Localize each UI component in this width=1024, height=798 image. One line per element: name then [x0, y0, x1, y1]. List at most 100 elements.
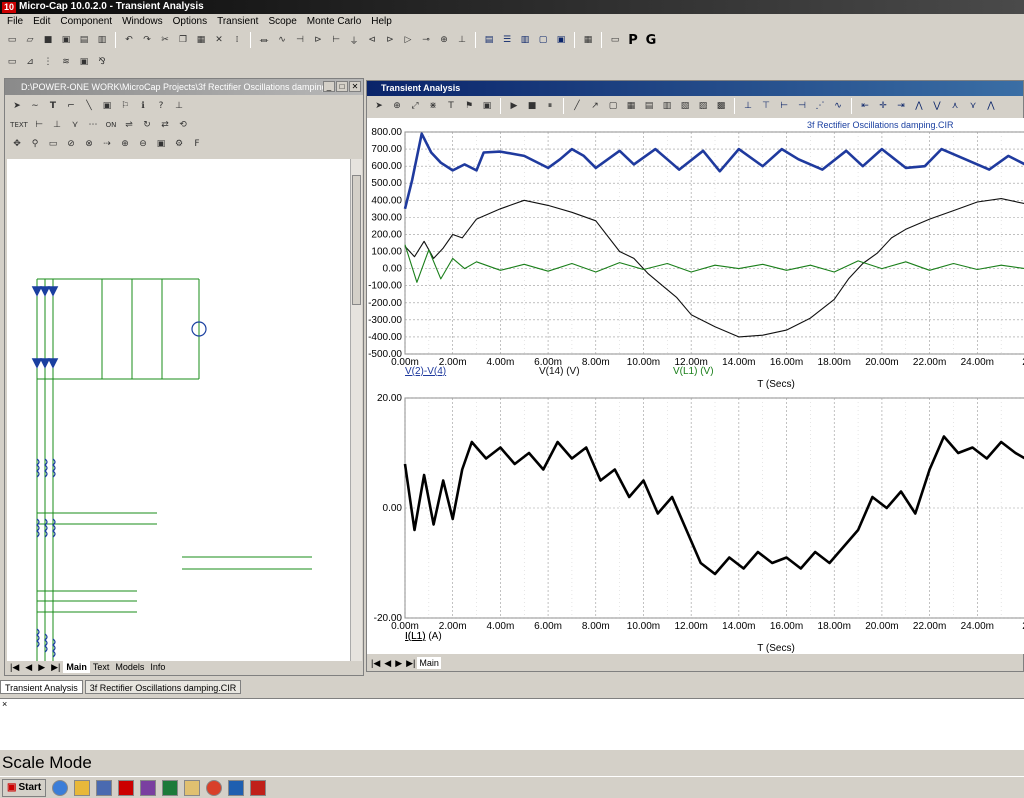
chart-icon[interactable]: ⊿	[22, 54, 38, 70]
microcap-icon[interactable]	[118, 779, 135, 796]
text-mode-button[interactable]: TEXT	[9, 117, 29, 133]
menu-edit[interactable]: Edit	[28, 14, 55, 30]
plot-area[interactable]: 0.00m 2.00m 4.00m 6.00m 8.00m 10.00m 12.00m 14.…	[367, 118, 1024, 654]
window-icon[interactable]: ▢	[535, 32, 551, 48]
waveform-icon[interactable]: ≋	[58, 54, 74, 70]
line-icon[interactable]: ╲	[81, 98, 97, 114]
menu-options[interactable]: Options	[168, 14, 212, 30]
arrow-draw-icon[interactable]: ↗	[587, 98, 603, 114]
run-icon[interactable]: ▶	[506, 98, 522, 114]
wire-icon[interactable]: ∼	[27, 98, 43, 114]
cascade-icon[interactable]: ▤	[481, 32, 497, 48]
on-button[interactable]: ON	[103, 117, 119, 133]
resistor-array-icon[interactable]: ⋮	[40, 54, 56, 70]
menu-monte-carlo[interactable]: Monte Carlo	[302, 14, 366, 30]
cursor-right-icon[interactable]: ⇥	[893, 98, 909, 114]
ground-icon[interactable]: ⏚	[346, 32, 362, 48]
menu-file[interactable]: File	[2, 14, 28, 30]
save-icon[interactable]: ■	[40, 32, 56, 48]
save-all-icon[interactable]: ▣	[58, 32, 74, 48]
schematic-canvas[interactable]	[7, 159, 352, 704]
line-draw-icon[interactable]: ╱	[569, 98, 585, 114]
tab-main[interactable]: Main	[417, 657, 441, 669]
scale-mode-icon[interactable]: ⤢	[407, 98, 423, 114]
app-icon[interactable]	[140, 779, 157, 796]
tab-nav-next[interactable]: ▶	[35, 661, 48, 673]
stack-4-icon[interactable]: ▨	[695, 98, 711, 114]
stack-2-icon[interactable]: ▥	[659, 98, 675, 114]
copy-icon[interactable]: ❐	[175, 32, 191, 48]
capacitor-icon[interactable]: ⊣	[292, 32, 308, 48]
close-icon[interactable]: ×	[2, 699, 7, 709]
settings-icon[interactable]: ⚙	[171, 136, 187, 152]
help-icon[interactable]: ?	[153, 98, 169, 114]
diode-icon[interactable]: ⊳	[310, 32, 326, 48]
go-to-icon[interactable]: ⇢	[99, 136, 115, 152]
wave-icon[interactable]: ∿	[830, 98, 846, 114]
excel-icon[interactable]	[162, 779, 179, 796]
stack-3-icon[interactable]: ▧	[677, 98, 693, 114]
minimize-button[interactable]: _	[323, 81, 335, 92]
text-tool-icon[interactable]: T	[443, 98, 459, 114]
select-arrow-icon[interactable]: ➤	[9, 98, 25, 114]
attribute-icon[interactable]: ⋎	[67, 117, 83, 133]
print-preview-icon[interactable]: ▤	[76, 32, 92, 48]
menu-scope[interactable]: Scope	[263, 14, 301, 30]
print-icon[interactable]: ▥	[94, 32, 110, 48]
cursor-mode-icon[interactable]: ⊕	[389, 98, 405, 114]
menu-windows[interactable]: Windows	[117, 14, 168, 30]
tab-nav-next[interactable]: ▶	[393, 657, 404, 669]
doc-tab-transient[interactable]: Transient Analysis	[0, 680, 83, 694]
wire-mode-icon[interactable]: ⌐	[63, 98, 79, 114]
start-button[interactable]: ▣ Start	[2, 778, 47, 797]
refresh-icon[interactable]: ↻	[139, 117, 155, 133]
close-button[interactable]: ✕	[349, 81, 361, 92]
pause-icon[interactable]: ⏸	[542, 98, 558, 114]
zoom-in-icon[interactable]: ⊕	[117, 136, 133, 152]
new-file-icon[interactable]: ▭	[4, 32, 20, 48]
low-icon[interactable]: ⊣	[794, 98, 810, 114]
pan-icon[interactable]: ✥	[9, 136, 25, 152]
cursor-left-icon[interactable]: ⇤	[857, 98, 873, 114]
p-button[interactable]: P	[625, 32, 641, 48]
tab-nav-last[interactable]: ▶|	[48, 661, 63, 673]
schematic-vertical-scrollbar[interactable]	[350, 159, 362, 661]
switch-icon[interactable]: ⊸	[418, 32, 434, 48]
redo-icon[interactable]: ↷	[139, 32, 155, 48]
shape-icon[interactable]: ▣	[99, 98, 115, 114]
tab-models[interactable]: Models	[112, 661, 147, 673]
select-all-icon[interactable]: ⁞	[229, 32, 245, 48]
stop-icon[interactable]: ⊘	[63, 136, 79, 152]
scroll-thumb[interactable]	[352, 175, 361, 305]
info-icon[interactable]: ℹ	[135, 98, 151, 114]
tab-nav-prev[interactable]: ◀	[22, 661, 35, 673]
mirror-icon[interactable]: ⇄	[157, 117, 173, 133]
grid-toggle-icon[interactable]: ▦	[623, 98, 639, 114]
peak-icon[interactable]: ⊥	[740, 98, 756, 114]
delete-icon[interactable]: ✕	[211, 32, 227, 48]
g-button[interactable]: G	[643, 32, 659, 48]
open-folder-icon[interactable]: ▱	[22, 32, 38, 48]
menu-transient[interactable]: Transient	[212, 14, 263, 30]
page-icon[interactable]: ▭	[607, 32, 623, 48]
pnp-icon[interactable]: ⊳	[382, 32, 398, 48]
fit-icon[interactable]: ▣	[153, 136, 169, 152]
rotate-icon[interactable]: ⟲	[175, 117, 191, 133]
node-numbers-icon[interactable]: ⊢	[31, 117, 47, 133]
zoom-out-icon[interactable]: ⊖	[135, 136, 151, 152]
ie-icon[interactable]	[52, 779, 69, 796]
high-icon[interactable]: ⊢	[776, 98, 792, 114]
fill-icon[interactable]: ▩	[713, 98, 729, 114]
calculator-icon[interactable]: ▦	[580, 32, 596, 48]
battery-icon[interactable]: ⊢	[328, 32, 344, 48]
menu-help[interactable]: Help	[366, 14, 397, 30]
tab-nav-last[interactable]: ▶|	[404, 657, 417, 669]
resistor-icon[interactable]: ⏛	[256, 32, 272, 48]
text-tool-icon[interactable]: T	[45, 98, 61, 114]
tile-vertical-icon[interactable]: ▥	[517, 32, 533, 48]
tile-horizontal-icon[interactable]: ☰	[499, 32, 515, 48]
cursor-both-icon[interactable]: ✛	[875, 98, 891, 114]
flag-icon[interactable]: ⚐	[117, 98, 133, 114]
tab-nav-first[interactable]: |◀	[369, 657, 382, 669]
fall-icon[interactable]: ⋎	[965, 98, 981, 114]
